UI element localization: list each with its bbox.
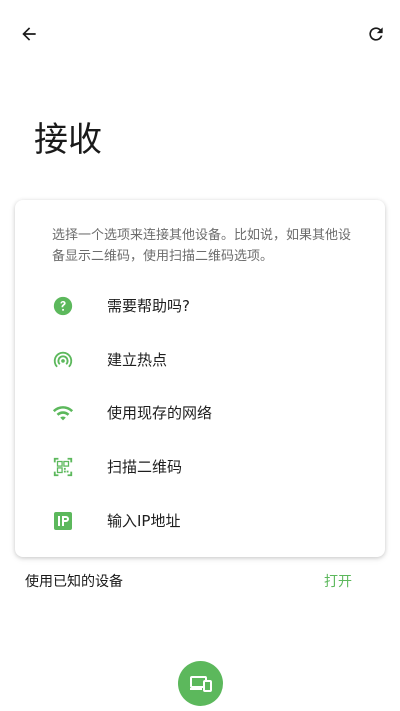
option-enter-ip-address[interactable]: 输入IP地址 xyxy=(15,496,385,546)
devices-fab[interactable] xyxy=(178,661,223,706)
option-label: 输入IP地址 xyxy=(107,512,181,530)
option-label: 需要帮助吗? xyxy=(107,297,190,315)
help-circle-icon xyxy=(52,295,74,317)
arrow-back-icon xyxy=(22,27,36,41)
receive-screen: 接收 选择一个选项来连接其他设备。比如说，如果其他设备显示二维码，使用扫描二维码… xyxy=(0,0,400,711)
devices-icon xyxy=(189,675,212,692)
qr-scan-icon xyxy=(52,456,74,478)
option-label: 使用现存的网络 xyxy=(107,404,213,422)
option-need-help[interactable]: 需要帮助吗? xyxy=(15,281,385,331)
connect-options-card: 选择一个选项来连接其他设备。比如说，如果其他设备显示二维码，使用扫描二维码选项。… xyxy=(15,200,385,557)
refresh-icon xyxy=(369,27,383,41)
known-devices-row: 使用已知的设备 打开 xyxy=(0,568,400,596)
option-scan-qr-code[interactable]: 扫描二维码 xyxy=(15,442,385,492)
refresh-button[interactable] xyxy=(362,20,390,48)
option-label: 扫描二维码 xyxy=(107,458,183,476)
ip-icon xyxy=(52,510,74,532)
back-button[interactable] xyxy=(15,20,43,48)
option-label: 建立热点 xyxy=(107,351,168,369)
option-use-existing-network[interactable]: 使用现存的网络 xyxy=(15,388,385,438)
page-title: 接收 xyxy=(34,120,102,160)
known-devices-label: 使用已知的设备 xyxy=(25,574,123,590)
option-create-hotspot[interactable]: 建立热点 xyxy=(15,335,385,385)
wifi-icon xyxy=(52,402,74,424)
card-description: 选择一个选项来连接其他设备。比如说，如果其他设备显示二维码，使用扫描二维码选项。 xyxy=(52,228,352,264)
hotspot-icon xyxy=(52,349,74,371)
open-known-devices-button[interactable]: 打开 xyxy=(324,572,352,592)
